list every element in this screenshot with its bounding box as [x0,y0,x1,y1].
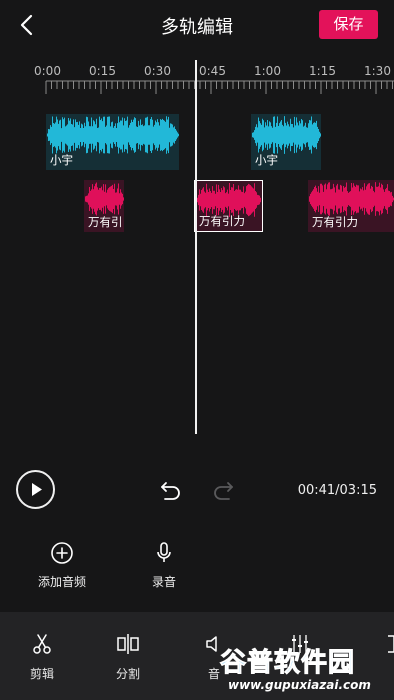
play-button[interactable] [16,470,55,509]
tab-split[interactable]: 分割 [98,632,158,692]
play-icon [32,483,42,496]
tab-cut[interactable]: 剪辑 [12,632,72,692]
waveform [252,116,321,154]
microphone-icon [157,542,171,562]
track-area[interactable]: 小宇 小宇 万有引 万有引力 万有引力 [0,108,394,238]
tick-label: 0:15 [89,64,116,78]
waveform [85,182,124,216]
tick-label: 0:45 [199,64,226,78]
time-readout: 00:41/03:15 [297,483,377,498]
tab-cut-label: 剪辑 [29,667,54,681]
audio-clip[interactable]: 万有引力 [308,180,394,232]
clip-label: 万有引力 [312,215,358,229]
add-circle-icon [51,542,73,564]
clip-label: 小宇 [50,153,73,167]
clip-label: 万有引 [88,215,123,229]
audio-clip-selected[interactable]: 万有引力 [194,180,263,232]
waveform [309,182,394,216]
audio-clip[interactable]: 万有引 [84,180,124,232]
tick-label: 0:00 [34,64,61,78]
audio-clip[interactable]: 小宇 [251,114,321,170]
add-audio-label: 添加音频 [37,575,86,589]
audio-clip[interactable]: 小宇 [46,114,179,170]
redo-icon[interactable] [210,477,236,503]
waveform [47,116,179,154]
timeline-ruler[interactable]: 0:00 0:15 0:30 0:45 1:00 1:15 1:30 [0,58,394,100]
split-icon [117,634,139,654]
tick-label: 1:00 [254,64,281,78]
playback-controls: 00:41/03:15 [0,466,394,516]
playhead[interactable] [195,60,197,434]
tick-label: 0:30 [144,64,171,78]
watermark-brand: 谷普软件园 [219,648,356,679]
header-bar: 多轨编辑 保存 [0,0,394,50]
tick-label: 1:15 [309,64,336,78]
watermark-logo: 谷普软件园 www.gupuxiazai.com [218,640,394,700]
watermark-url: www.gupuxiazai.com [228,678,371,692]
save-button[interactable]: 保存 [319,10,378,39]
tick-label: 1:30 [364,64,391,78]
ruler-ticks [45,80,394,94]
scissors-icon [33,634,51,654]
record-label: 录音 [151,575,176,589]
add-audio-button[interactable]: 添加音频 [22,540,102,600]
record-button[interactable]: 录音 [124,540,204,600]
tab-split-label: 分割 [115,667,140,681]
clip-label: 小宇 [255,153,278,167]
clip-label: 万有引力 [199,214,245,228]
undo-icon[interactable] [158,477,184,503]
